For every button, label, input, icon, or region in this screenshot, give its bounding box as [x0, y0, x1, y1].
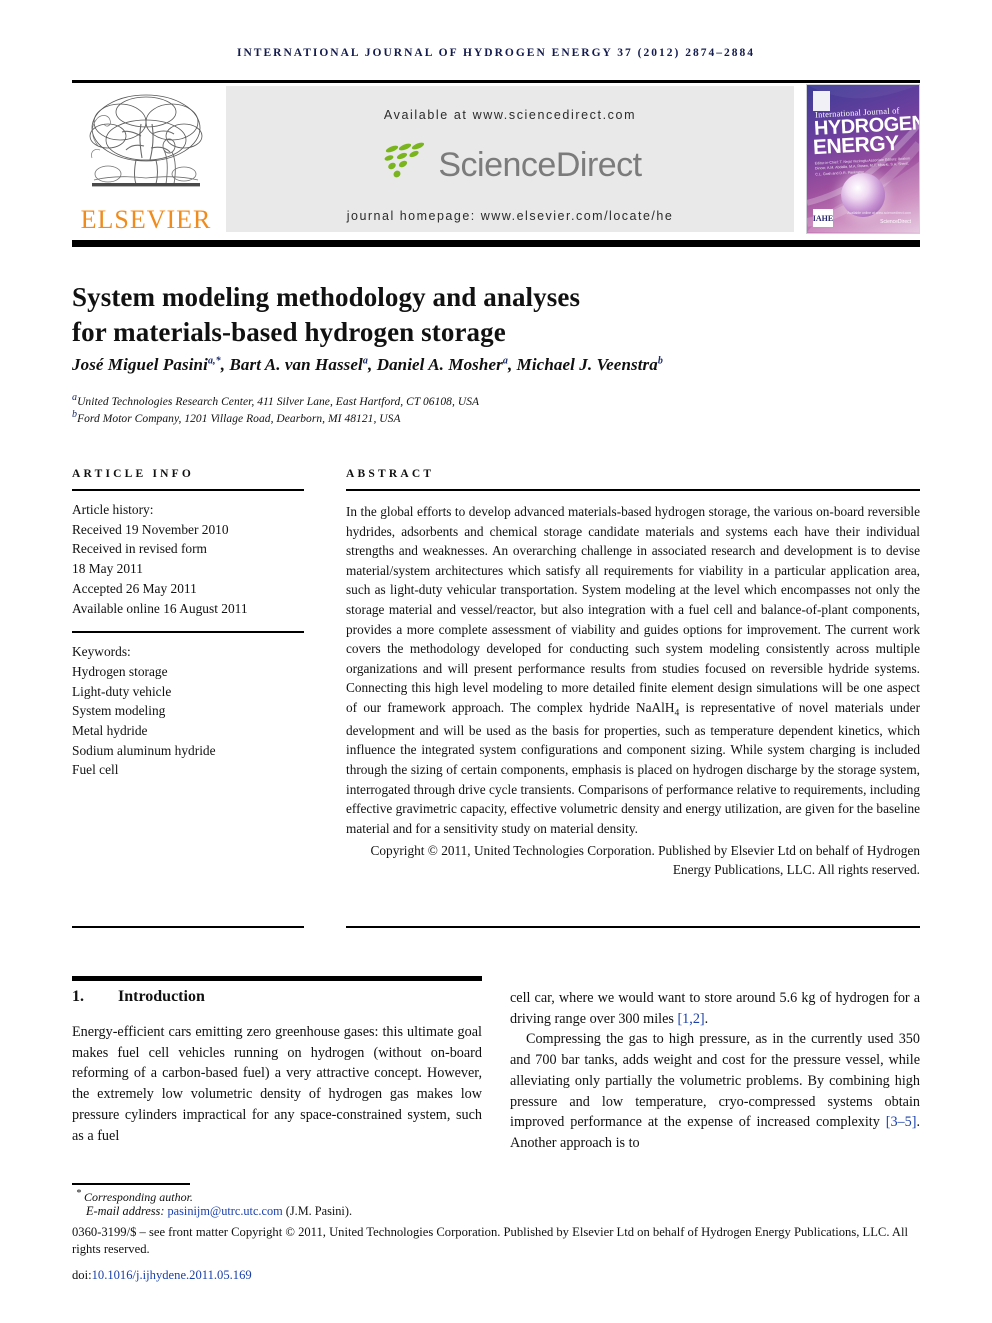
abstract-heading: ABSTRACT: [346, 468, 435, 480]
body-column-left: 1. Introduction Energy-efficient cars em…: [72, 988, 482, 1146]
keyword-item: Fuel cell: [72, 762, 119, 778]
article-history-item: Available online 16 August 2011: [72, 600, 248, 616]
email-label: E-mail address:: [86, 1204, 165, 1218]
affiliation-b: bFord Motor Company, 1201 Village Road, …: [72, 409, 920, 425]
abstract-text: In the global efforts to develop advance…: [346, 502, 920, 839]
cover-title-line3: ENERGY: [812, 131, 900, 160]
elsevier-wordmark: ELSEVIER: [80, 205, 212, 234]
article-info-column: ARTICLE INFO Article history: Received 1…: [72, 468, 304, 780]
info-bottom-rule: [72, 926, 304, 928]
paragraph-text: Compressing the gas to high pressure, as…: [510, 1031, 920, 1131]
doi-link[interactable]: 10.1016/j.ijhydene.2011.05.169: [92, 1268, 252, 1282]
keyword-item: System modeling: [72, 703, 166, 719]
article-info-heading: ARTICLE INFO: [72, 468, 195, 480]
sciencedirect-wordmark: ScienceDirect: [438, 145, 642, 184]
author-mark: a,*: [207, 355, 221, 367]
title-line-2: for materials-based hydrogen storage: [72, 316, 506, 347]
journal-cover-image: International Journal of HYDROGEN ENERGY…: [806, 84, 920, 234]
keywords-label: Keywords:: [72, 644, 131, 660]
body-column-right: cell car, where we would want to store a…: [510, 988, 920, 1154]
elsevier-logo-block: ELSEVIER: [72, 84, 220, 238]
email-note: E-mail address: pasinijm@utrc.utc.com (J…: [86, 1204, 646, 1219]
abstract-part-2: is representative of novel materials und…: [346, 700, 920, 836]
journal-homepage-text: journal homepage: www.elsevier.com/locat…: [346, 209, 674, 223]
body-paragraph: cell car, where we would want to store a…: [510, 988, 920, 1029]
citation-link[interactable]: [3–5]: [886, 1114, 917, 1130]
article-history-block: Article history: Received 19 November 20…: [72, 500, 304, 618]
abstract-column: ABSTRACT In the global efforts to develo…: [346, 468, 920, 880]
paragraph-text: cell car, where we would want to store a…: [510, 990, 920, 1027]
corresponding-author-note: * Corresponding author.: [76, 1188, 576, 1205]
author-list: José Miguel Pasinia,*, Bart A. van Hasse…: [72, 355, 663, 374]
journal-cover-block: International Journal of HYDROGEN ENERGY…: [800, 84, 920, 238]
page-title: System modeling methodology and analyses…: [72, 280, 812, 349]
article-history-item: 18 May 2011: [72, 561, 143, 577]
email-link[interactable]: pasinijm@utrc.utc.com: [168, 1204, 283, 1218]
author-mark: a: [362, 355, 368, 367]
article-info-rule: [72, 489, 304, 491]
abstract-bottom-rule: [346, 926, 920, 928]
article-history-item: Accepted 26 May 2011: [72, 580, 197, 596]
doi-label: doi:: [72, 1268, 92, 1282]
doi-line: doi:10.1016/j.ijhydene.2011.05.169: [72, 1268, 920, 1283]
footnote-rule: [72, 1183, 190, 1185]
affiliation-b-text: Ford Motor Company, 1201 Village Road, D…: [77, 412, 401, 425]
keywords-block: Keywords: Hydrogen storage Light-duty ve…: [72, 642, 304, 780]
journal-running-header: INTERNATIONAL JOURNAL OF HYDROGEN ENERGY…: [237, 47, 755, 59]
abstract-copyright: Copyright © 2011, United Technologies Co…: [370, 842, 920, 878]
section-top-rule: [72, 976, 482, 981]
banner-bottom-rule: [72, 240, 920, 247]
paper-page: INTERNATIONAL JOURNAL OF HYDROGEN ENERGY…: [0, 0, 992, 1323]
article-history-item: Received 19 November 2010: [72, 521, 229, 537]
author-name: Bart A. van Hassel: [229, 355, 363, 374]
abstract-part-1: In the global efforts to develop advance…: [346, 504, 920, 716]
keyword-item: Metal hydride: [72, 723, 148, 739]
author-mark: a: [502, 355, 508, 367]
affiliation-a: aUnited Technologies Research Center, 41…: [72, 392, 920, 408]
email-suffix: (J.M. Pasini).: [285, 1204, 353, 1218]
cover-iahe-badge: IAHE: [813, 209, 833, 227]
available-at-text: Available at www.sciencedirect.com: [383, 108, 637, 122]
citation-link[interactable]: [1,2]: [677, 1011, 704, 1027]
article-history-label: Article history:: [72, 502, 154, 517]
publisher-banner: ELSEVIER Available at www.sciencedirect.…: [72, 84, 920, 238]
abstract-rule: [346, 489, 920, 491]
issn-copyright-line: 0360-3199/$ – see front matter Copyright…: [72, 1225, 909, 1257]
paragraph-text: .: [704, 1010, 709, 1027]
section-title: Introduction: [118, 988, 205, 1005]
sciencedirect-leaves-icon: [378, 142, 436, 187]
section-number: 1.: [72, 988, 84, 1005]
keyword-item: Sodium aluminum hydride: [72, 742, 216, 758]
author-name: Daniel A. Mosher: [376, 355, 503, 374]
body-paragraph: Energy-efficient cars emitting zero gree…: [72, 1024, 482, 1144]
sciencedirect-logo: ScienceDirect: [378, 142, 642, 187]
author-name: Michael J. Veenstra: [516, 355, 658, 374]
sciencedirect-block: Available at www.sciencedirect.com Scien…: [226, 86, 794, 232]
author-name: José Miguel Pasini: [72, 355, 208, 374]
author-mark: b: [657, 355, 663, 367]
elsevier-tree-icon: [84, 88, 208, 206]
title-line-1: System modeling methodology and analyses: [72, 282, 581, 313]
affiliation-a-text: United Technologies Research Center, 411…: [77, 395, 480, 408]
cover-sciencedirect-label: ScienceDirect: [880, 219, 911, 225]
cover-sciencedirect-note: Available online at www.sciencedirect.co…: [847, 211, 911, 215]
article-history-item: Received in revised form: [72, 541, 207, 557]
corresponding-author-label: Corresponding author.: [84, 1190, 193, 1204]
body-paragraph: Compressing the gas to high pressure, as…: [510, 1029, 920, 1153]
header-rule: [72, 80, 920, 83]
keywords-rule: [72, 631, 304, 634]
keyword-item: Light-duty vehicle: [72, 683, 172, 699]
section-heading: 1. Introduction: [72, 988, 482, 1006]
corresponding-author-marker: *: [76, 1188, 81, 1199]
keyword-item: Hydrogen storage: [72, 663, 168, 679]
